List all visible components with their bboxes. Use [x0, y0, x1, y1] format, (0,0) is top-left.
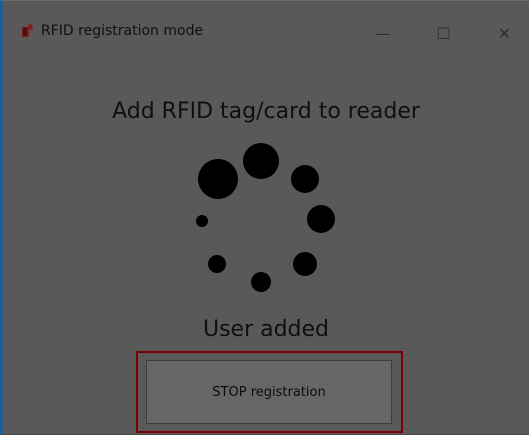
stop-registration-button[interactable]: STOP registration [146, 360, 392, 424]
rfid-registration-window: RFID registration mode — ☐ ✕ Add RFID ta… [0, 0, 529, 434]
spinner-dot [198, 159, 238, 199]
spinner-dot [243, 143, 279, 179]
spinner-dot [196, 215, 208, 227]
rfid-app-icon [22, 24, 33, 37]
spinner-dot [251, 272, 271, 292]
spinner-dot [291, 165, 319, 193]
close-icon: ✕ [497, 23, 512, 43]
spinner-dot [307, 205, 335, 233]
maximize-button[interactable]: ☐ [421, 15, 466, 51]
close-button[interactable]: ✕ [482, 15, 527, 51]
instruction-text: Add RFID tag/card to reader [112, 99, 420, 124]
spinner-dot [208, 255, 226, 273]
title-bar[interactable]: RFID registration mode — ☐ ✕ [3, 1, 529, 60]
maximize-icon: ☐ [436, 23, 451, 43]
minimize-icon: — [374, 23, 391, 43]
minimize-button[interactable]: — [360, 15, 405, 51]
spinner-dot [293, 252, 317, 276]
status-text: User added [202, 317, 330, 342]
window-title: RFID registration mode [41, 23, 204, 39]
